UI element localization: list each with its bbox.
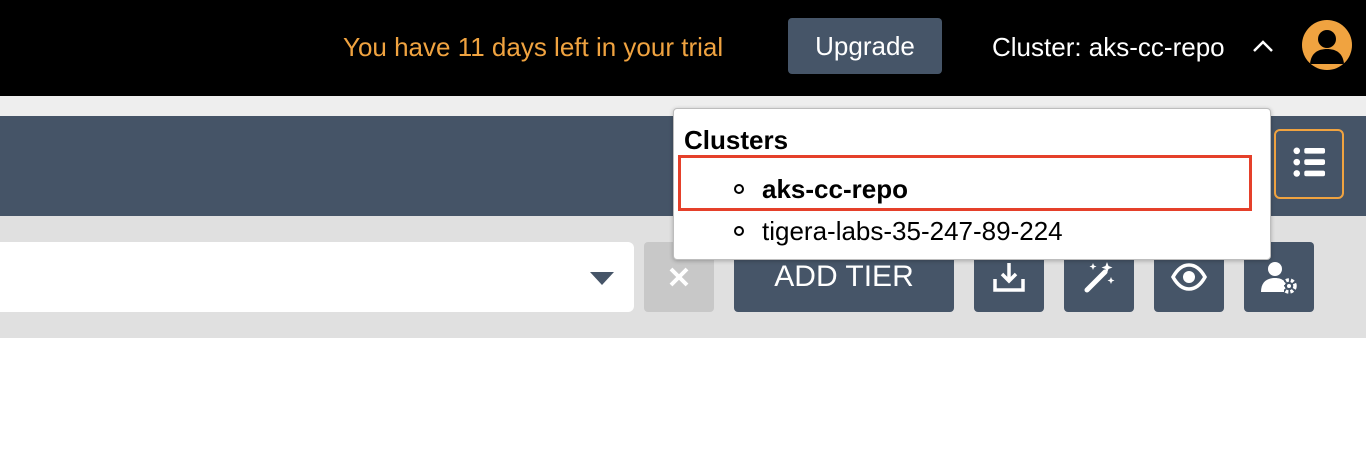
cluster-item-label: aks-cc-repo xyxy=(762,174,908,204)
list-icon xyxy=(1293,147,1326,177)
tier-select[interactable] xyxy=(0,242,634,312)
magic-wand-icon xyxy=(1084,262,1115,293)
cluster-item-label: tigera-labs-35-247-89-224 xyxy=(762,216,1063,246)
clusters-dropdown: Clusters aks-cc-repo tigera-labs-35-247-… xyxy=(673,108,1271,260)
bullet-icon xyxy=(734,226,744,237)
cluster-item-tigera-labs[interactable]: tigera-labs-35-247-89-224 xyxy=(734,215,1063,247)
user-settings-icon xyxy=(1261,262,1297,294)
close-icon xyxy=(669,267,689,287)
cluster-selector[interactable]: Cluster: aks-cc-repo xyxy=(992,30,1225,64)
chevron-up-icon[interactable] xyxy=(1251,38,1275,54)
bullet-icon xyxy=(734,184,744,195)
top-bar: You have 11 days left in your trial Upgr… xyxy=(0,0,1366,96)
trial-message: You have 11 days left in your trial xyxy=(343,32,724,62)
user-avatar-icon[interactable] xyxy=(1302,20,1352,70)
cluster-item-aks-cc-repo[interactable]: aks-cc-repo xyxy=(734,173,908,205)
caret-down-icon[interactable] xyxy=(590,272,614,286)
upgrade-button[interactable]: Upgrade xyxy=(788,18,942,74)
eye-icon xyxy=(1171,263,1207,291)
dropdown-title: Clusters xyxy=(684,125,789,155)
list-menu-button[interactable] xyxy=(1274,129,1344,199)
download-icon xyxy=(993,263,1025,292)
